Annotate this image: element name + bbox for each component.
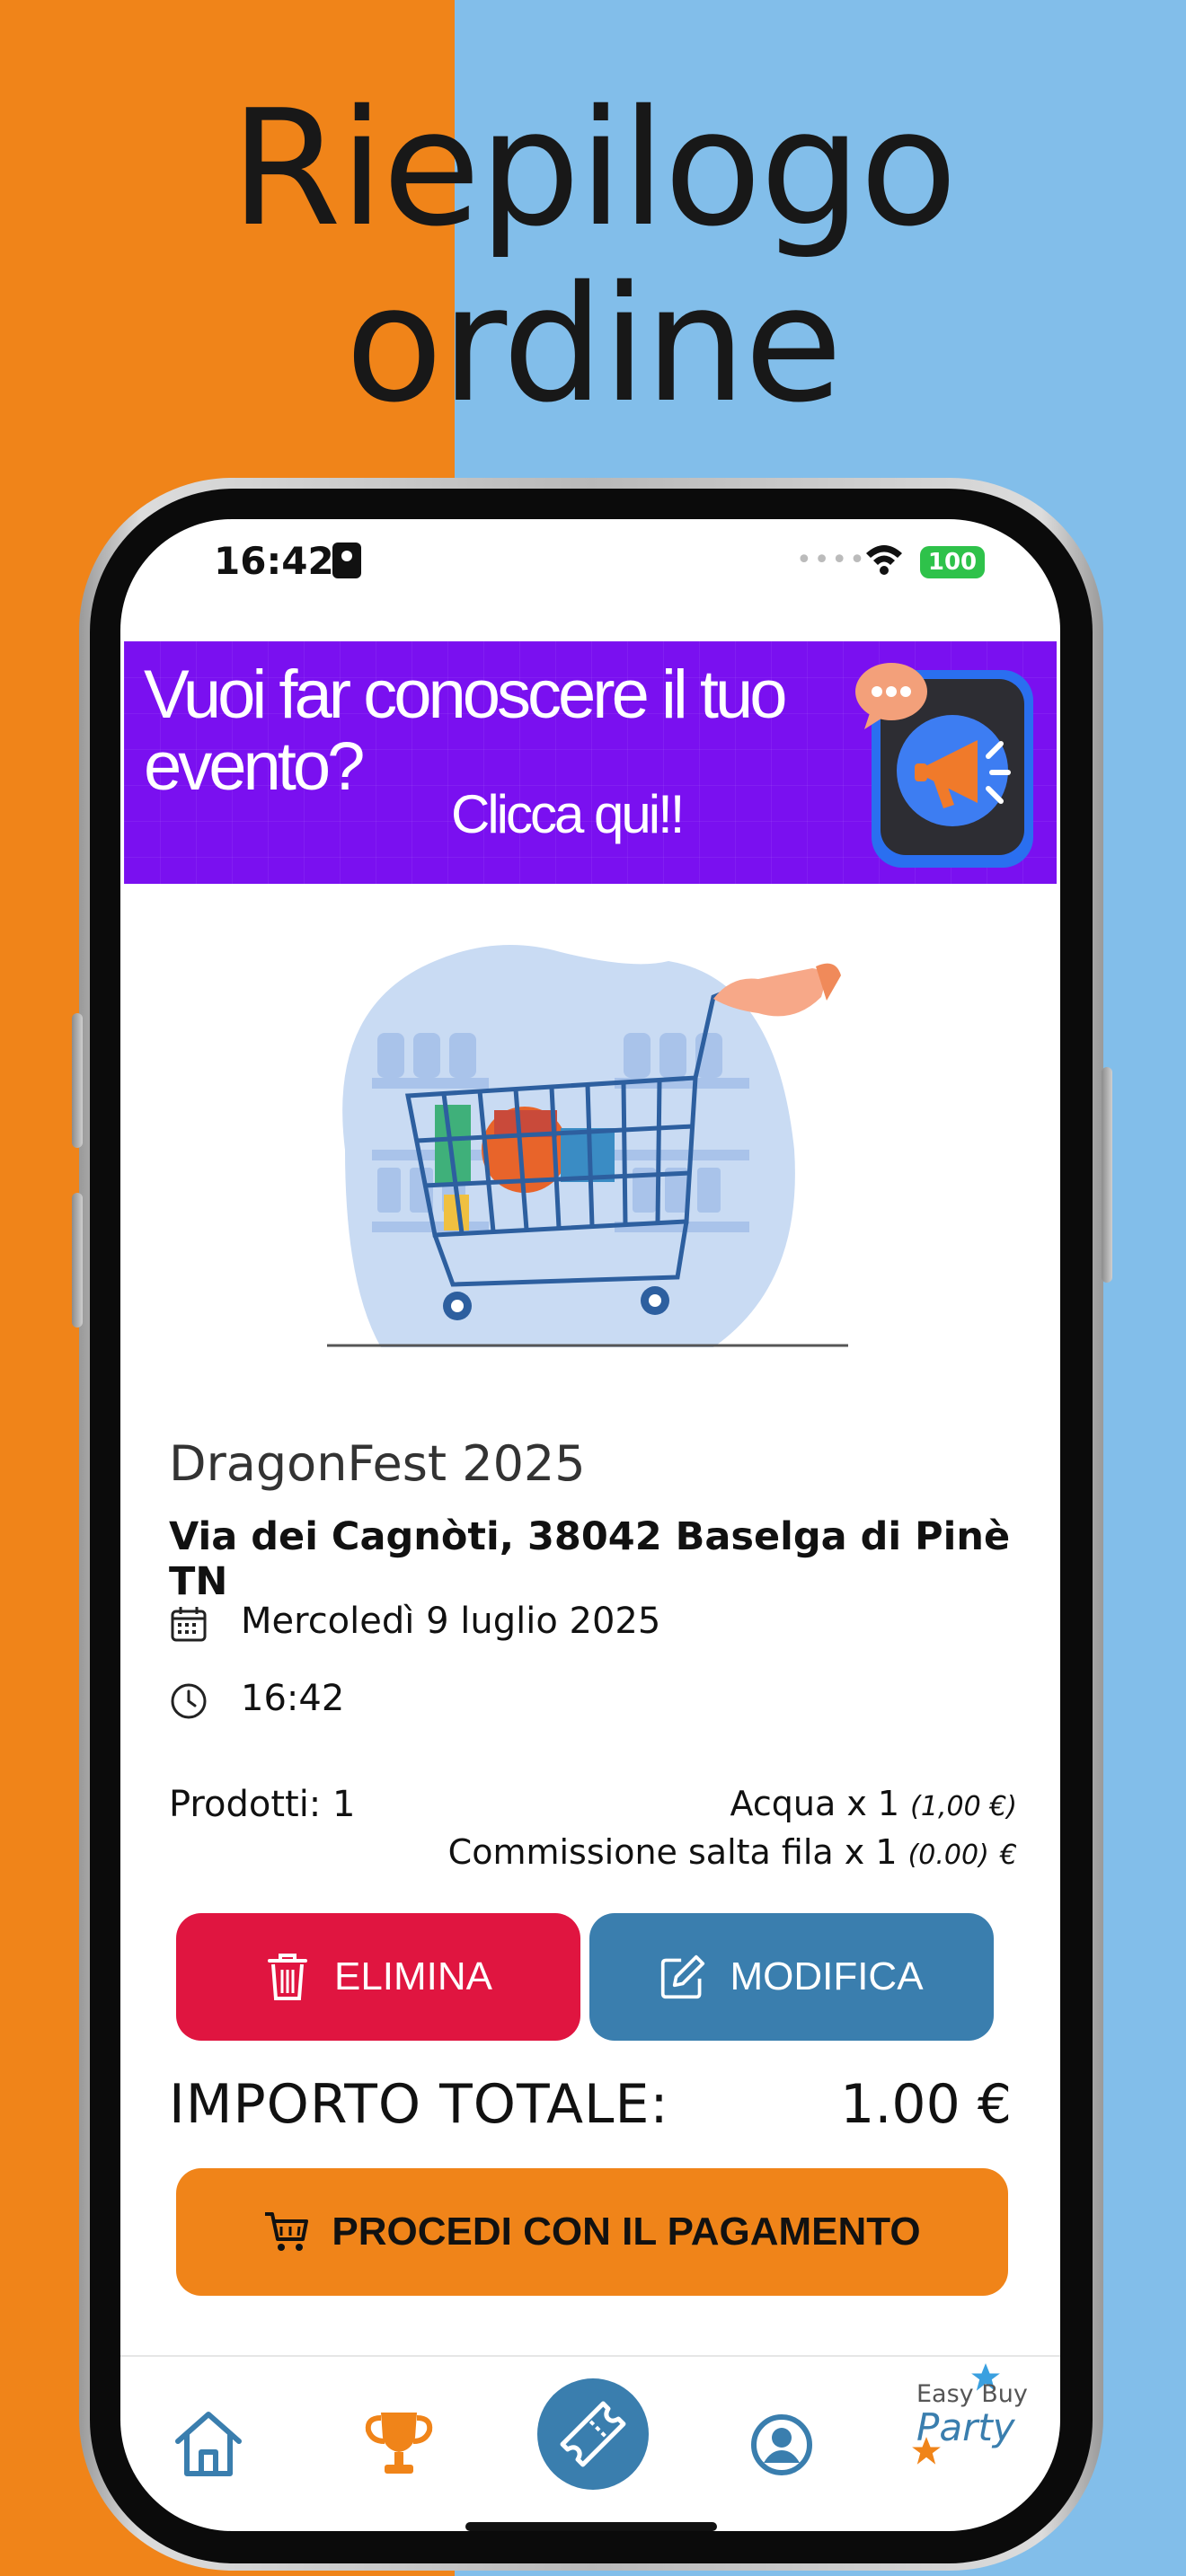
app-screen: 16:42 •••• 100 Vuoi far conoscere il tuo… xyxy=(120,519,1060,2531)
phone-volume-up xyxy=(72,1013,83,1148)
event-time: 16:42 xyxy=(241,1678,345,1719)
promo-headline: Riepilogo ordine xyxy=(0,81,1186,433)
trophy-icon[interactable] xyxy=(363,2407,435,2479)
item-price: (0.00) xyxy=(907,1839,989,1871)
star-icon xyxy=(912,2437,941,2465)
ticket-button[interactable] xyxy=(537,2378,649,2490)
edit-label: MODIFICA xyxy=(730,1954,924,1998)
item-currency: € xyxy=(999,1839,1017,1871)
event-address: Via dei Cagnòti, 38042 Baselga di Pinè T… xyxy=(169,1514,1011,1604)
phone-volume-down xyxy=(72,1193,83,1328)
total-value: 1.00 € xyxy=(840,2073,1012,2136)
calendar-icon xyxy=(171,1607,207,1642)
megaphone-icon xyxy=(855,663,1033,868)
banner-text: Vuoi far conoscere il tuo evento? xyxy=(144,657,788,803)
headline-line-2: ordine xyxy=(345,251,843,437)
order-item: Commissione salta fila x 1 (0.00) € xyxy=(448,1832,1017,1872)
event-date: Mercoledì 9 luglio 2025 xyxy=(241,1601,661,1642)
banner-cta: Clicca qui!! xyxy=(451,784,685,844)
cart-icon xyxy=(265,2212,309,2251)
item-name: Commissione salta fila x 1 xyxy=(447,1832,898,1872)
status-time: 16:42 xyxy=(214,539,334,583)
phone-power-button xyxy=(1102,1067,1112,1283)
delete-label: ELIMINA xyxy=(333,1954,493,1998)
proceed-payment-label: PROCEDI CON IL PAGAMENTO xyxy=(332,2210,921,2254)
edit-button[interactable]: MODIFICA xyxy=(589,1913,994,2041)
easy-buy-party-logo[interactable]: Easy Buy Party xyxy=(911,2362,1028,2470)
contact-card-icon xyxy=(332,543,361,578)
event-title: DragonFest 2025 xyxy=(169,1435,586,1492)
battery-indicator: 100 xyxy=(920,546,985,578)
delete-button[interactable]: ELIMINA xyxy=(176,1913,580,2041)
nav-divider xyxy=(120,2355,1060,2357)
order-item: Acqua x 1 (1,00 €) xyxy=(730,1784,1017,1823)
logo-text-top: Easy Buy xyxy=(916,2380,1028,2408)
edit-icon xyxy=(661,1954,705,1999)
proceed-payment-button[interactable]: PROCEDI CON IL PAGAMENTO xyxy=(176,2168,1008,2296)
item-price: (1,00 €) xyxy=(910,1791,1017,1822)
profile-icon[interactable] xyxy=(749,2413,814,2477)
wifi-icon xyxy=(866,545,902,575)
headline-line-1: Riepilogo xyxy=(230,75,957,261)
item-name: Acqua x 1 xyxy=(730,1784,900,1823)
trash-icon xyxy=(267,1954,307,2000)
products-count: Prodotti: 1 xyxy=(169,1784,356,1825)
home-icon[interactable] xyxy=(173,2407,244,2479)
clock-icon xyxy=(171,1683,207,1719)
promo-banner[interactable]: Vuoi far conoscere il tuo evento? Clicca… xyxy=(124,641,1057,884)
signal-dots-icon: •••• xyxy=(796,544,867,576)
banner-line-1: Vuoi far conoscere il tuo xyxy=(144,657,788,733)
shopping-cart-illustration xyxy=(327,945,848,1347)
home-indicator xyxy=(465,2522,717,2531)
total-label: IMPORTO TOTALE: xyxy=(169,2073,669,2136)
ticket-icon xyxy=(560,2401,626,2467)
